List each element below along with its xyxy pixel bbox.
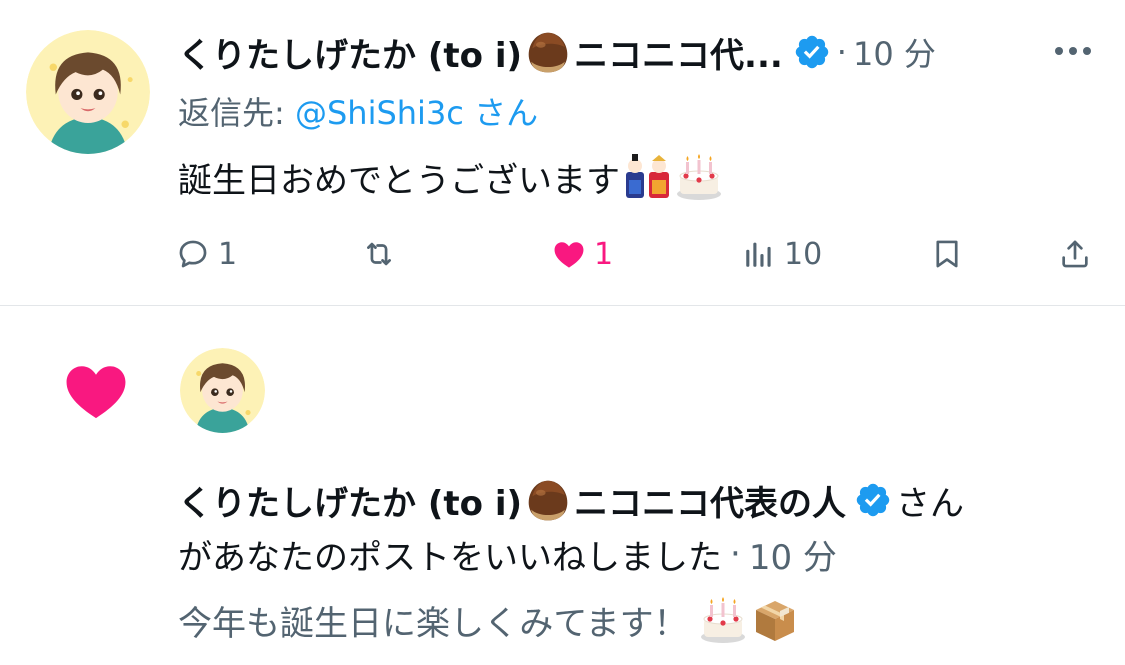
tweet-text: 誕生日おめでとうございます xyxy=(178,152,724,202)
reply-suffix: さん xyxy=(464,94,538,132)
heart-filled-icon xyxy=(554,242,584,268)
repost-icon xyxy=(367,242,391,266)
package-icon xyxy=(755,601,794,641)
avatar[interactable] xyxy=(180,348,265,433)
more-options-icon[interactable] xyxy=(1050,40,1096,62)
heart-filled-icon xyxy=(66,366,126,419)
reply-tweet[interactable]: くりたしげたか (to i) ニコニコ代... · 10 分 返信先: @Shi… xyxy=(0,0,1125,306)
liked-post-preview[interactable]: 今年も誕生日に楽しくみてます！ xyxy=(178,592,800,648)
bookmark-button[interactable] xyxy=(930,230,972,278)
time-separator: · xyxy=(730,534,741,574)
bookmark-icon xyxy=(936,240,958,268)
reply-prefix: 返信先: xyxy=(178,94,295,132)
notification-action-text: があなたのポストをいいねしました xyxy=(178,537,722,578)
display-name-suffix: ニコニコ代... xyxy=(574,35,783,76)
reply-icon xyxy=(179,240,207,268)
verified-badge-icon xyxy=(856,483,890,517)
analytics-icon xyxy=(746,242,771,267)
reply-button[interactable]: 1 xyxy=(176,230,237,278)
reply-suffix-text: さん xyxy=(474,94,539,132)
view-count: 10 xyxy=(784,236,823,272)
birthday-cake-icon xyxy=(677,154,721,200)
tweet-header: くりたしげたか (to i) ニコニコ代... · 10 分 xyxy=(178,26,936,78)
share-icon xyxy=(1062,240,1088,268)
notifications-page: くりたしげたか (to i) ニコニコ代... · 10 分 返信先: @Shi… xyxy=(0,0,1125,665)
notification-timestamp: 10 分 xyxy=(748,537,837,578)
timestamp[interactable]: 10 分 xyxy=(853,29,936,75)
repost-button[interactable] xyxy=(362,230,404,278)
display-name-text: くりたしげたか (to i) xyxy=(178,35,523,76)
time-separator: · xyxy=(836,33,847,71)
liked-post-text: 今年も誕生日に楽しくみてます！ xyxy=(178,603,688,644)
tweet-text-body: 誕生日おめでとうございます xyxy=(178,160,620,201)
reply-context: 返信先: @ShiShi3c さん xyxy=(178,88,538,134)
actor-name-suffix: ニコニコ代表の人 xyxy=(574,483,847,524)
avatar[interactable] xyxy=(26,30,150,154)
notification-honorific: さん xyxy=(896,483,965,524)
share-button[interactable] xyxy=(1058,230,1100,278)
notification-actor-name[interactable]: くりたしげたか (to i) ニコニコ代表の人 xyxy=(178,476,846,525)
notification-actor-line: くりたしげたか (to i) ニコニコ代表の人 さん xyxy=(178,474,964,526)
like-button[interactable]: 1 xyxy=(552,230,613,278)
views-button[interactable]: 10 xyxy=(742,230,822,278)
reply-count: 1 xyxy=(218,236,238,272)
display-name[interactable]: くりたしげたか (to i) ニコニコ代... xyxy=(178,28,783,77)
reply-mention-link[interactable]: @ShiShi3c xyxy=(295,94,464,132)
chestnut-icon xyxy=(528,32,568,73)
notification-action-line: があなたのポストをいいねしました · 10 分 xyxy=(178,528,837,580)
verified-badge-icon xyxy=(795,35,829,69)
birthday-cake-icon xyxy=(700,597,745,643)
actor-name-text: くりたしげたか (to i) xyxy=(178,483,523,524)
hina-dolls-icon xyxy=(626,154,669,198)
like-count: 1 xyxy=(594,236,614,272)
chestnut-icon xyxy=(528,480,568,521)
